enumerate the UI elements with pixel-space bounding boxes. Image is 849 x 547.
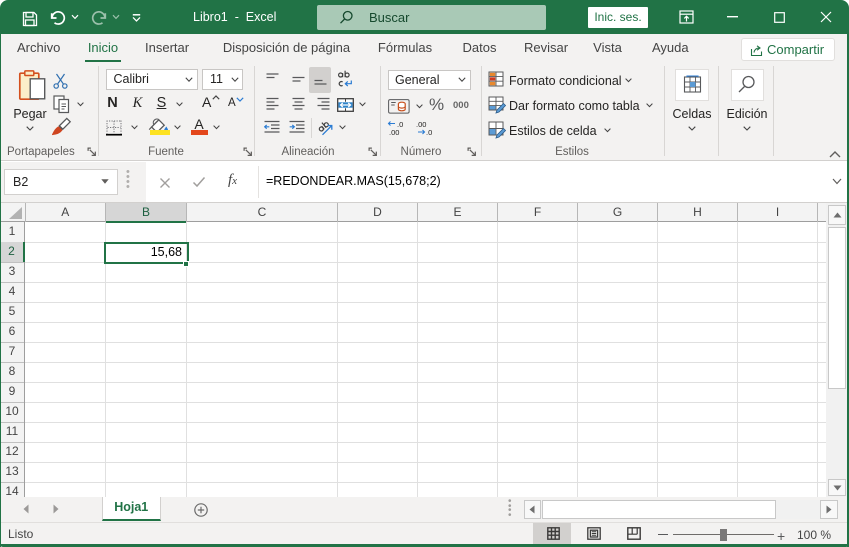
svg-text:.00: .00: [389, 128, 399, 136]
svg-text:.0: .0: [426, 128, 432, 136]
svg-text:.00: .00: [416, 120, 426, 129]
